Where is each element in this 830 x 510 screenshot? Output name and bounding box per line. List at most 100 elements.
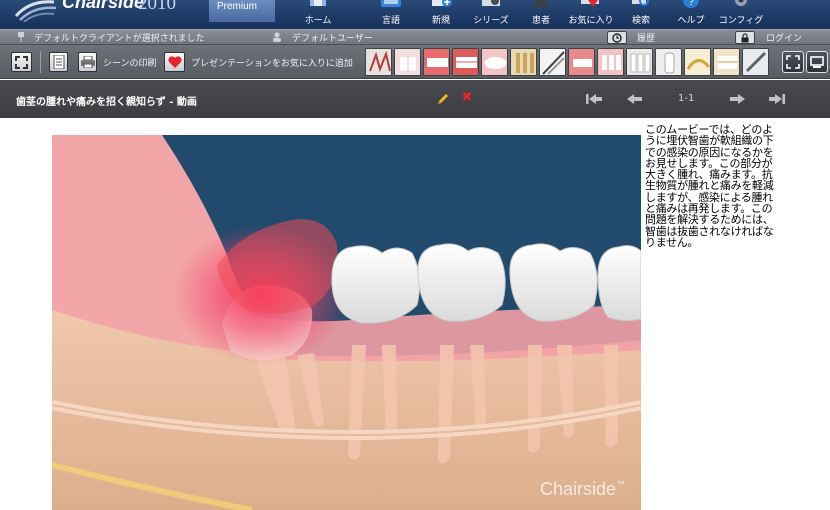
pin-icon <box>18 32 24 42</box>
scene-thumbnail[interactable] <box>568 48 595 76</box>
toolbar: シーンの印刷 プレゼンテーションをお気に入りに追加 <box>0 45 830 79</box>
nav-label: コンフィグ <box>718 16 764 26</box>
lock-icon <box>741 33 749 43</box>
nav-label: ホーム <box>304 16 332 26</box>
toolbar-divider <box>40 51 41 73</box>
logo-swoosh-icon <box>14 0 57 22</box>
tooth-thumbnail-icon <box>395 49 420 75</box>
add-favorite-button[interactable] <box>164 52 185 72</box>
expand-button[interactable] <box>782 51 804 73</box>
nav-label: 言語 <box>381 16 400 26</box>
nav-label: シリーズ <box>473 16 509 26</box>
video-watermark: Chairside™ <box>539 479 625 499</box>
video-player[interactable]: Chairside™ <box>52 135 641 510</box>
tooth-thumbnail-icon <box>627 49 652 75</box>
tooth-thumbnail-icon <box>453 49 478 75</box>
current-user[interactable]: デフォルトユーザー <box>292 31 373 44</box>
scene-thumbnail[interactable] <box>742 48 769 76</box>
scene-thumbnail[interactable] <box>655 48 682 76</box>
history-label[interactable]: 履歴 <box>637 31 655 44</box>
heart-icon <box>168 56 182 68</box>
login-button[interactable] <box>735 31 755 44</box>
page-counter: 1-1 <box>678 93 695 104</box>
scene-thumbnail[interactable] <box>452 48 479 76</box>
nav-label: 新規 <box>431 16 450 26</box>
scene-thumbnail[interactable] <box>510 48 537 76</box>
status-bar: デフォルトクライアントが選択されました デフォルトユーザー 履歴 ログイン <box>0 29 830 45</box>
scene-thumbnail[interactable] <box>365 48 392 76</box>
help-icon: ? <box>683 0 699 8</box>
fullscreen-icon <box>15 56 28 69</box>
nav-search[interactable]: 検索 <box>613 0 669 29</box>
nav-new[interactable]: 新規 <box>413 0 469 29</box>
document-icon <box>53 55 65 69</box>
info-button[interactable] <box>49 52 68 72</box>
nav-config[interactable]: コンフィグ <box>713 0 769 29</box>
print-scene-button[interactable] <box>78 52 97 72</box>
user-icon <box>273 32 281 42</box>
nav-home[interactable]: ホーム <box>290 0 346 29</box>
add-favorite-label[interactable]: プレゼンテーションをお気に入りに追加 <box>191 56 353 69</box>
clock-icon <box>612 33 622 43</box>
first-page-icon[interactable] <box>584 91 604 107</box>
presentation-title: 歯茎の腫れや痛みを招く親知らず - 動画 <box>16 97 197 108</box>
top-bar: Chairside™ 2010 Premium ホーム 言語 新規 シリーズ 患… <box>0 0 830 29</box>
tooth-thumbnail-icon <box>569 49 594 75</box>
delete-x-icon[interactable]: ✖ <box>460 91 474 105</box>
new-icon <box>432 0 452 7</box>
search-icon <box>632 0 649 6</box>
nav-help[interactable]: ? ヘルプ <box>663 0 719 29</box>
tooth-thumbnail-icon <box>743 49 768 75</box>
last-page-icon[interactable] <box>767 91 787 107</box>
tooth-thumbnail-icon <box>714 49 739 75</box>
nav-label: お気に入り <box>568 16 614 26</box>
edition-badge: Premium <box>209 0 275 22</box>
scene-thumbnail[interactable] <box>423 48 450 76</box>
scene-thumbnail[interactable] <box>597 48 624 76</box>
nav-label: 患者 <box>531 16 550 26</box>
patient-icon <box>535 0 547 8</box>
nav-label: 検索 <box>631 16 650 26</box>
login-label[interactable]: ログイン <box>766 31 802 44</box>
config-icon <box>735 0 747 6</box>
print-scene-label[interactable]: シーンの印刷 <box>103 56 157 69</box>
tooth-thumbnail-icon <box>511 49 536 75</box>
history-button[interactable] <box>607 31 627 44</box>
presentation-button[interactable] <box>806 51 828 73</box>
presentation-title-bar: 歯茎の腫れや痛みを招く親知らず - 動画 ✖ 1-1 <box>0 80 830 118</box>
language-icon <box>381 0 401 7</box>
svg-text:?: ? <box>688 0 694 8</box>
prev-page-icon[interactable] <box>625 91 645 107</box>
scene-thumbnail[interactable] <box>481 48 508 76</box>
scene-thumbnail[interactable] <box>394 48 421 76</box>
nav-patient[interactable]: 患者 <box>513 0 569 29</box>
nav-label: ヘルプ <box>677 16 705 26</box>
tooth-thumbnail-icon <box>366 49 391 75</box>
next-page-icon[interactable] <box>727 91 747 107</box>
series-icon <box>482 0 500 6</box>
dental-animation-frame <box>52 135 641 510</box>
tooth-thumbnail-icon <box>540 49 565 75</box>
tooth-thumbnail-icon <box>482 49 507 75</box>
presentation-icon <box>810 56 824 68</box>
tooth-thumbnail-icon <box>598 49 623 75</box>
home-icon <box>310 0 326 6</box>
brand-year: 2010 <box>138 0 176 14</box>
content-area: Chairside™ このムービーでは、どのように埋伏智歯が軟組織の下での感染の… <box>0 118 830 510</box>
scene-thumbnail[interactable] <box>713 48 740 76</box>
tooth-thumbnail-icon <box>685 49 710 75</box>
client-status: デフォルトクライアントが選択されました <box>34 34 205 44</box>
scene-thumbnail[interactable] <box>684 48 711 76</box>
edit-pencil-icon[interactable] <box>436 92 450 106</box>
video-description: このムービーでは、どのように埋伏智歯が軟組織の下での感染の原因になるかをお見せし… <box>645 123 774 249</box>
favorites-icon <box>581 0 599 7</box>
tooth-thumbnail-icon <box>424 49 449 75</box>
scene-thumbnail[interactable] <box>626 48 653 76</box>
nav-language[interactable]: 言語 <box>363 0 419 29</box>
expand-icon <box>786 55 800 69</box>
nav-favorites[interactable]: お気に入り <box>563 0 619 29</box>
tooth-thumbnail-icon <box>656 49 681 75</box>
fullscreen-button[interactable] <box>11 52 32 72</box>
scene-thumbnail[interactable] <box>539 48 566 76</box>
nav-series[interactable]: シリーズ <box>463 0 519 29</box>
